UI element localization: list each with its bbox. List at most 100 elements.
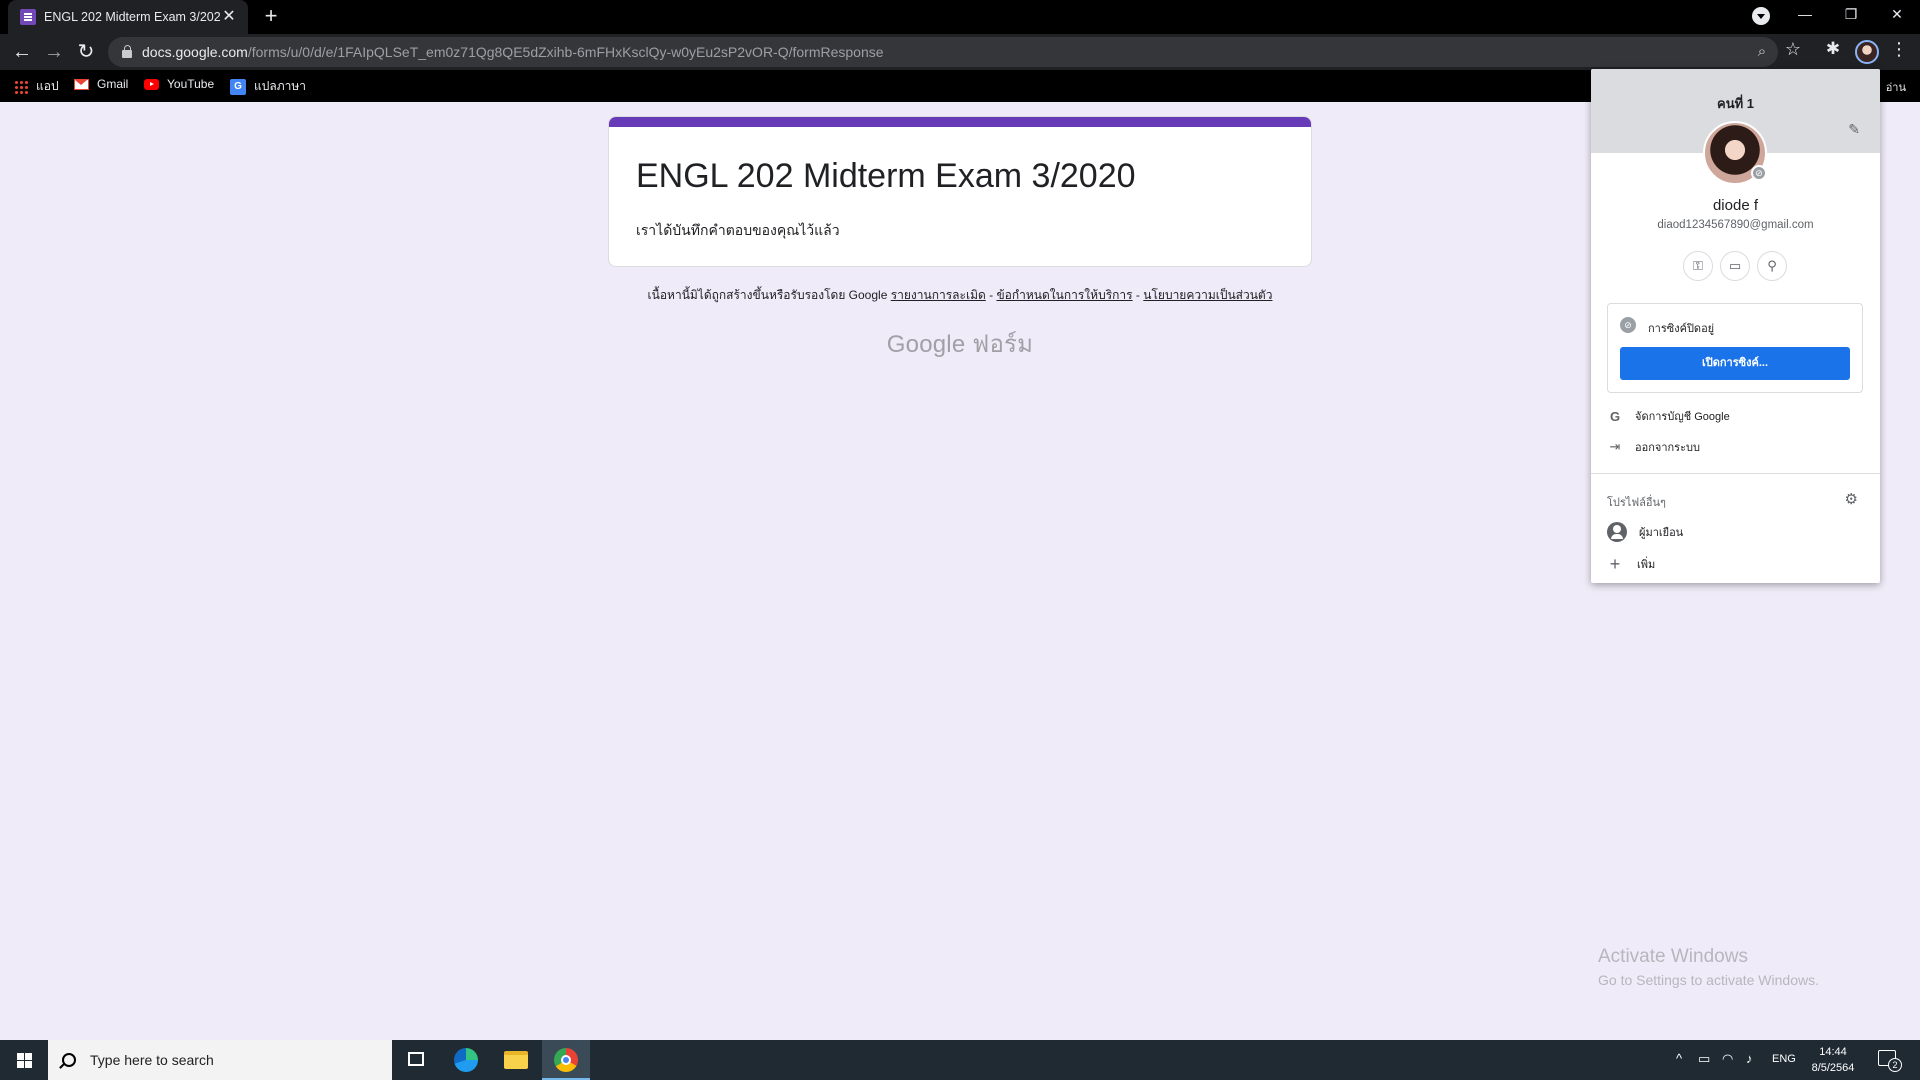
guest-label: ผู้มาเยือน [1639,527,1684,539]
profile-heading: คนที่ 1 [1717,96,1754,111]
sync-section: ⊘ การซิงค์ปิดอยู่ เปิดการซิงค์... [1607,303,1863,393]
restore-button[interactable]: ❐ [1828,0,1874,30]
confirmation-message: เราได้บันทึกคำตอบของคุณไว้แล้ว [636,222,840,238]
bookmark-apps[interactable]: แอป [14,77,59,96]
chrome-icon [554,1048,578,1072]
google-forms-logo[interactable]: Google ฟอร์ม [608,324,1312,363]
plus-icon: + [1609,553,1621,574]
windows-taskbar: Type here to search ^ ▭ ◠ ♪ ENG 14:44 8/… [0,1040,1920,1080]
edge-icon [454,1048,478,1072]
search-icon [62,1053,76,1067]
bookmark-label: Gmail [97,77,129,91]
taskbar-search-box[interactable]: Type here to search [48,1040,392,1080]
zoom-icon[interactable]: ⌕ [1752,42,1772,62]
url-host: docs.google.com [142,44,248,60]
manage-google-account[interactable]: G จัดการบัญชี Google [1591,401,1880,431]
forward-button[interactable]: → [40,38,68,66]
wifi-icon[interactable]: ◠ [1722,1051,1733,1067]
tab-search-icon[interactable] [1752,7,1770,25]
task-view-button[interactable] [392,1040,440,1080]
youtube-icon [144,78,159,90]
turn-on-sync-button[interactable]: เปิดการซิงค์... [1620,347,1850,380]
sync-off-badge-icon: ⊘ [1751,165,1767,181]
sync-paused-icon: ⊘ [1620,317,1636,333]
guest-person-icon [1607,522,1627,542]
footer-separator: - [1132,288,1144,302]
bookmark-star-icon[interactable]: ☆ [1782,38,1804,60]
file-explorer-taskbar-button[interactable] [492,1040,540,1080]
windows-logo-pane [17,1061,24,1068]
profile-email: diaod1234567890@gmail.com [1657,219,1814,231]
battery-icon[interactable]: ▭ [1698,1051,1710,1067]
form-footer: เนื้อหานี้มิได้ถูกสร้างขึ้นหรือรับรองโดย… [608,286,1312,305]
profile-popup: คนที่ 1 ✎ ⊘ diode f diaod1234567890@gmai… [1591,69,1880,583]
browser-tab[interactable]: ENGL 202 Midterm Exam 3/2020 ✕ [8,0,248,34]
extensions-icon[interactable]: ✱ [1822,38,1844,60]
back-button[interactable]: ← [8,38,36,66]
google-g-icon: G [1609,408,1621,424]
address-bar[interactable]: docs.google.com /forms/u/0/d/e/1FAIpQLSe… [108,37,1778,67]
gmail-icon [74,78,89,90]
minimize-button[interactable]: — [1782,0,1828,30]
location-icon: ⚲ [1767,258,1777,273]
clock[interactable]: 14:44 8/5/2564 [1808,1044,1858,1076]
edge-taskbar-button[interactable] [442,1040,490,1080]
sign-out-label: ออกจากระบบ [1635,442,1700,454]
start-button[interactable] [0,1040,48,1080]
clock-time: 14:44 [1819,1046,1847,1058]
terms-link[interactable]: ข้อกำหนดในการให้บริการ [996,288,1132,302]
manage-profiles-gear-icon[interactable]: ⚙ [1845,490,1858,508]
clock-date: 8/5/2564 [1811,1062,1855,1074]
watermark-title: Activate Windows [1598,946,1748,967]
profile-avatar-button[interactable] [1855,40,1879,64]
form-accent-bar [609,117,1311,127]
new-tab-button[interactable]: + [258,4,284,30]
sync-status: การซิงค์ปิดอยู่ [1648,323,1715,335]
sign-out-item[interactable]: ⇥ ออกจากระบบ [1591,432,1880,462]
close-window-button[interactable]: ✕ [1874,0,1920,30]
bookmark-translate[interactable]: G แปลภาษา [230,77,306,96]
task-view-icon [408,1052,424,1066]
translate-icon: G [230,78,246,95]
input-language[interactable]: ENG [1772,1053,1796,1065]
passwords-button[interactable]: ⚿ [1683,251,1713,281]
volume-icon[interactable]: ♪ [1746,1051,1753,1066]
profile-name: diode f [1712,197,1759,214]
add-label: เพิ่ม [1637,559,1656,571]
bookmark-label: แปลภาษา [254,79,307,93]
form-confirmation-card: ENGL 202 Midterm Exam 3/2020 เราได้บันทึ… [608,116,1312,267]
divider [1591,473,1880,474]
payment-methods-button[interactable]: ▭ [1720,251,1750,281]
guest-profile-item[interactable]: ผู้มาเยือน [1591,517,1880,547]
chrome-taskbar-button[interactable] [542,1040,590,1080]
tab-title: ENGL 202 Midterm Exam 3/2020 [44,10,220,24]
reload-button[interactable]: ↻ [72,38,100,66]
windows-logo-pane [25,1053,32,1060]
watermark-subtitle: Go to Settings to activate Windows. [1598,972,1819,988]
bookmark-youtube[interactable]: YouTube [144,77,214,91]
activate-windows-watermark: Activate Windows Go to Settings to activ… [1598,946,1819,988]
add-profile-item[interactable]: + เพิ่ม [1591,549,1880,579]
lock-icon[interactable] [122,45,132,58]
bookmark-label: แอป [36,79,59,93]
sign-out-icon: ⇥ [1609,439,1621,454]
bookmark-label: YouTube [167,77,215,91]
tab-strip: ENGL 202 Midterm Exam 3/2020 ✕ + — ❐ ✕ [0,0,1920,34]
manage-account-label: จัดการบัญชี Google [1635,411,1730,423]
browser-toolbar: ← → ↻ docs.google.com /forms/u/0/d/e/1FA… [0,34,1920,70]
chrome-menu-icon[interactable]: ⋮ [1888,38,1910,60]
footer-disclaimer: เนื้อหานี้มิได้ถูกสร้างขึ้นหรือรับรองโดย… [647,288,888,302]
profile-avatar: ⊘ [1703,121,1767,185]
report-abuse-link[interactable]: รายงานการละเมิด [891,288,986,302]
reading-list-button[interactable]: อ่าน [1886,78,1906,96]
card-icon: ▭ [1728,258,1742,273]
tray-overflow-icon[interactable]: ^ [1676,1051,1682,1066]
edit-profile-icon[interactable]: ✎ [1848,121,1860,138]
addresses-button[interactable]: ⚲ [1757,251,1787,281]
bookmark-gmail[interactable]: Gmail [74,77,128,91]
tab-close-icon[interactable]: ✕ [220,8,238,26]
privacy-link[interactable]: นโยบายความเป็นส่วนตัว [1143,288,1272,302]
folder-icon [504,1051,528,1069]
url-path: /forms/u/0/d/e/1FAIpQLSeT_em0z71Qg8QE5dZ… [247,44,884,60]
apps-grid-icon [14,79,28,94]
